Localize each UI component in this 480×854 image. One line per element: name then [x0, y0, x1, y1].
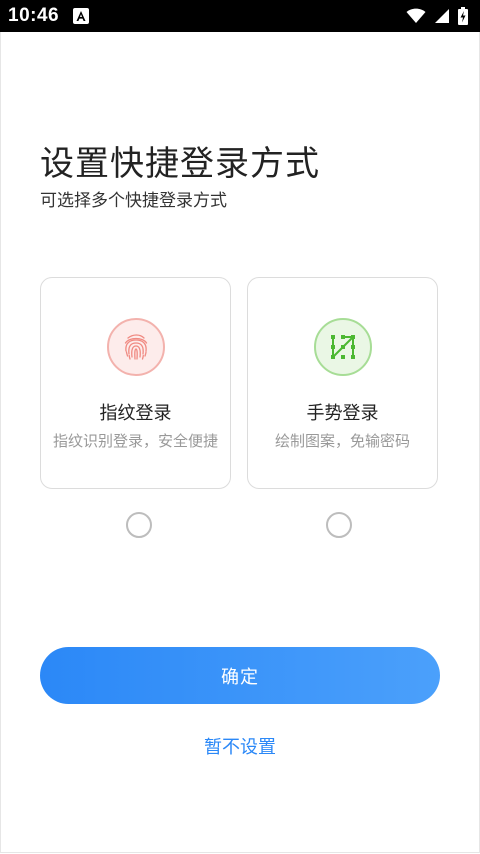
fingerprint-login-desc: 指纹识别登录，安全便捷	[52, 432, 218, 450]
gesture-login-radio[interactable]	[326, 512, 352, 538]
fingerprint-icon	[106, 318, 165, 376]
signal-icon	[435, 9, 449, 23]
skip-setup-link[interactable]: 暂不设置	[0, 733, 480, 759]
wifi-icon	[406, 8, 426, 23]
page-subtitle: 可选择多个快捷登录方式	[40, 191, 227, 211]
status-icons	[406, 7, 468, 25]
gesture-login-card[interactable]: 手势登录 绘制图案，免输密码	[247, 277, 438, 489]
fingerprint-login-radio[interactable]	[126, 512, 152, 538]
fingerprint-login-title: 指纹登录	[99, 403, 172, 424]
gesture-pattern-icon	[313, 318, 372, 376]
a-icon	[73, 8, 90, 24]
battery-charging-icon	[458, 7, 468, 25]
gesture-login-title: 手势登录	[306, 403, 379, 424]
status-bar: 10:46	[0, 0, 480, 32]
fingerprint-login-card[interactable]: 指纹登录 指纹识别登录，安全便捷	[40, 277, 231, 489]
page-title: 设置快捷登录方式	[40, 144, 320, 184]
confirm-button[interactable]: 确定	[40, 647, 440, 704]
gesture-login-desc: 绘制图案，免输密码	[274, 432, 410, 450]
status-time: 10:46	[8, 5, 60, 26]
